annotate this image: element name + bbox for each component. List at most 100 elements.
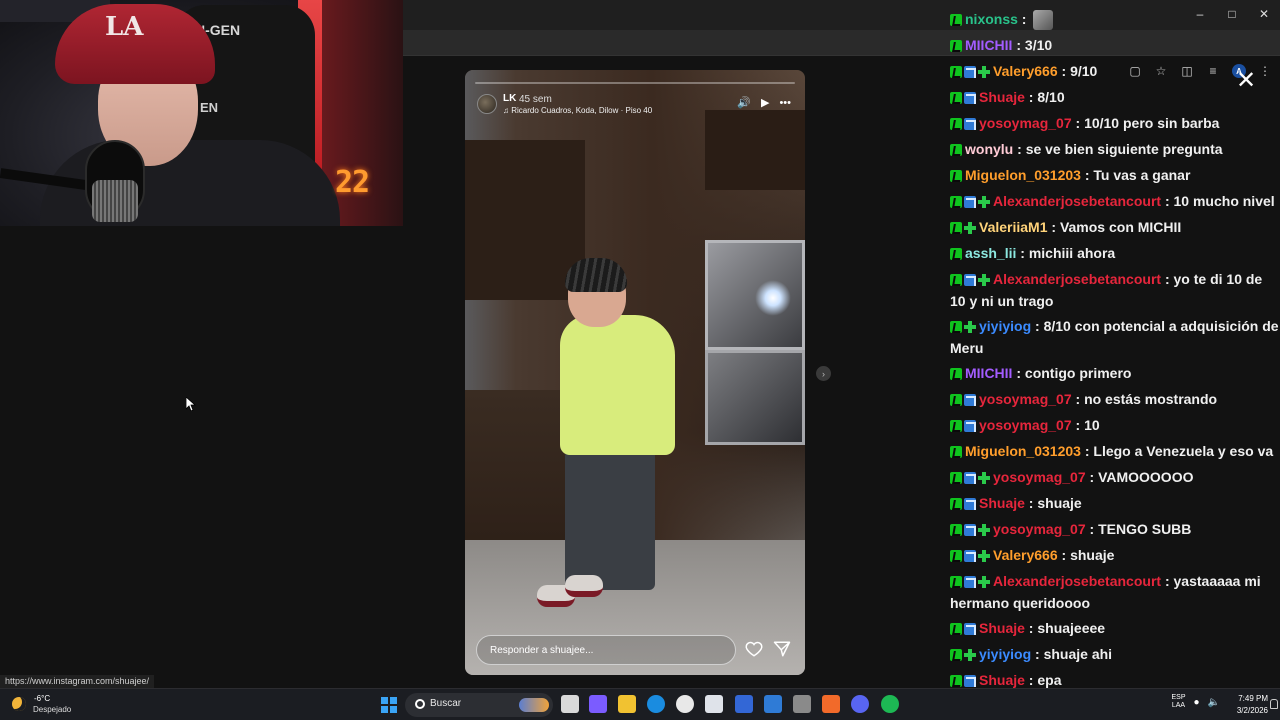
gift-badge-icon xyxy=(964,321,976,334)
discord-icon[interactable] xyxy=(851,695,869,713)
store-icon[interactable] xyxy=(705,695,723,713)
led-clock-display: 22 xyxy=(335,165,370,200)
copilot-icon[interactable] xyxy=(589,695,607,713)
mod-badge-icon xyxy=(950,222,962,235)
taskbar-search-box[interactable]: Buscar xyxy=(405,693,553,717)
chat-separator: : xyxy=(1080,167,1094,183)
next-story-chevron-icon[interactable]: › xyxy=(816,366,831,381)
story-time-ago: 45 sem xyxy=(519,94,552,105)
chat-message: yosoymag_07 : 10 xyxy=(950,414,1280,436)
search-highlight-icon xyxy=(519,698,549,712)
chat-separator: : xyxy=(1085,521,1099,537)
chat-username[interactable]: yosoymag_07 xyxy=(993,469,1086,485)
weather-temperature[interactable]: -6°C xyxy=(34,694,50,703)
link-status-bar: https://www.instagram.com/shuajee/ xyxy=(0,675,155,688)
chat-username[interactable]: wonylu xyxy=(965,141,1013,157)
chat-separator: : xyxy=(1161,271,1174,287)
chat-username[interactable]: Miguelon_031203 xyxy=(965,443,1081,459)
chat-username[interactable]: Alexanderjosebetancourt xyxy=(993,193,1161,209)
like-heart-icon[interactable] xyxy=(745,640,763,658)
webcam-overlay: N-GEN EN LA 22 xyxy=(0,0,403,226)
chat-text: shuaje ahi xyxy=(1043,646,1113,662)
taskbar-clock[interactable]: 7:49 PM 3/2/2026 xyxy=(1237,693,1268,717)
mod-badge-icon xyxy=(950,66,962,79)
vscode-icon[interactable] xyxy=(735,695,753,713)
chat-username[interactable]: yiyiyiog xyxy=(979,646,1031,662)
chat-message: Shuaje : shuajeeee xyxy=(950,617,1280,639)
chat-message: wonylu : se ve bien siguiente pregunta xyxy=(950,138,1280,160)
chat-badges xyxy=(950,524,990,537)
chat-text: VAMOOOOOO xyxy=(1098,469,1194,485)
chat-username[interactable]: Alexanderjosebetancourt xyxy=(993,271,1161,287)
chat-text: TENGO SUBB xyxy=(1098,521,1192,537)
weather-description[interactable]: Despejado xyxy=(33,705,71,714)
chat-badges xyxy=(950,196,990,209)
sub-badge-icon xyxy=(964,472,976,485)
chat-separator: : xyxy=(1071,417,1085,433)
chat-username[interactable]: MIICHII xyxy=(965,37,1012,53)
chat-username[interactable]: MIICHII xyxy=(965,365,1012,381)
chat-username[interactable]: yosoymag_07 xyxy=(979,391,1072,407)
story-username[interactable]: LK xyxy=(503,93,516,104)
chat-username[interactable]: Shuaje xyxy=(979,620,1025,636)
chat-username[interactable]: Valery666 xyxy=(993,547,1058,563)
file-explorer-icon[interactable] xyxy=(561,695,579,713)
chat-username[interactable]: ValeriiaM1 xyxy=(979,219,1048,235)
play-icon[interactable]: ▶ xyxy=(761,96,769,109)
obs-icon[interactable] xyxy=(793,695,811,713)
volume-tray-icon[interactable]: 🔈 xyxy=(1208,697,1220,708)
chat-username[interactable]: yosoymag_07 xyxy=(979,417,1072,433)
chat-text: Tu vas a ganar xyxy=(1093,167,1191,183)
chat-text: shuaje xyxy=(1037,495,1082,511)
start-button-icon[interactable] xyxy=(381,697,397,713)
chat-username[interactable]: Shuaje xyxy=(979,495,1025,511)
story-reply-input[interactable]: Responder a shuajee... xyxy=(476,635,736,665)
chat-username[interactable]: yosoymag_07 xyxy=(979,115,1072,131)
mod-badge-icon xyxy=(950,274,962,287)
story-viewer[interactable]: LK 45 sem ♫ Ricardo Cuadros, Koda, Dilow… xyxy=(465,70,805,675)
chat-badges xyxy=(950,498,976,511)
sub-badge-icon xyxy=(964,118,976,131)
edge-icon[interactable] xyxy=(647,695,665,713)
mod-badge-icon xyxy=(950,144,962,157)
folder-icon[interactable] xyxy=(618,695,636,713)
chat-username[interactable]: Alexanderjosebetancourt xyxy=(993,573,1161,589)
story-image-person-pants xyxy=(565,450,655,590)
story-image-flash xyxy=(755,280,791,316)
mail-icon[interactable] xyxy=(764,695,782,713)
chat-message: yiyiyiog : 8/10 con potencial a adquisic… xyxy=(950,315,1280,359)
chat-username[interactable]: yosoymag_07 xyxy=(993,521,1086,537)
volume-icon[interactable]: 🔊 xyxy=(737,96,751,109)
app-icon[interactable] xyxy=(822,695,840,713)
chat-message: assh_lii : michiii ahora xyxy=(950,242,1280,264)
chat-message: Shuaje : shuaje xyxy=(950,492,1280,514)
chat-username[interactable]: Shuaje xyxy=(979,89,1025,105)
wifi-icon[interactable]: ● xyxy=(1194,697,1200,708)
chat-username[interactable]: assh_lii xyxy=(965,245,1016,261)
mod-badge-icon xyxy=(950,170,962,183)
notification-bell-icon[interactable] xyxy=(1270,699,1278,709)
weather-moon-icon[interactable] xyxy=(12,697,26,711)
chat-badges xyxy=(950,274,990,287)
chat-username[interactable]: Miguelon_031203 xyxy=(965,167,1081,183)
start-tile xyxy=(390,706,397,713)
story-image-person-shirt xyxy=(560,315,675,455)
chat-username[interactable]: Shuaje xyxy=(979,672,1025,688)
chat-username[interactable]: nixonss xyxy=(965,11,1018,27)
chat-separator: : xyxy=(1031,646,1044,662)
chat-separator: : xyxy=(1024,672,1038,688)
story-music-label[interactable]: ♫ Ricardo Cuadros, Koda, Dilow · Piso 40 xyxy=(503,106,652,115)
mod-badge-icon xyxy=(950,498,962,511)
story-avatar[interactable] xyxy=(477,94,497,114)
system-tray: ESP LAA ● 🔈 xyxy=(1171,694,1220,710)
more-options-icon[interactable]: ••• xyxy=(779,97,791,109)
mod-badge-icon xyxy=(950,196,962,209)
send-icon[interactable] xyxy=(773,640,791,658)
chrome-icon[interactable] xyxy=(676,695,694,713)
input-language[interactable]: ESP LAA xyxy=(1171,694,1185,710)
spotify-icon[interactable] xyxy=(881,695,899,713)
chat-username[interactable]: Valery666 xyxy=(993,63,1058,79)
mod-badge-icon xyxy=(950,446,962,459)
chat-separator: : xyxy=(1012,37,1025,53)
chat-username[interactable]: yiyiyiog xyxy=(979,318,1031,334)
